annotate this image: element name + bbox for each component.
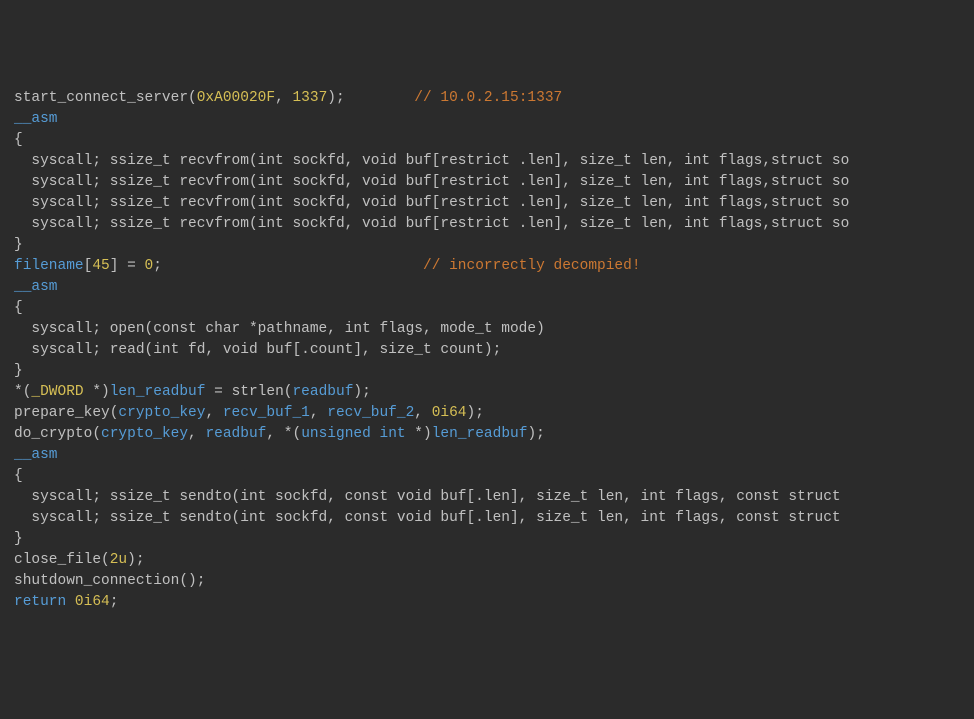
brace-close: }	[14, 237, 23, 253]
arg-name: recv_buf_2	[327, 405, 414, 421]
code-line-10: __asm	[14, 277, 974, 298]
code-editor[interactable]: start_connect_server(0xA00020F, 1337); /…	[14, 88, 974, 613]
arg-name: readbuf	[205, 426, 266, 442]
func-call: start_connect_server	[14, 90, 188, 106]
value-literal: 0	[145, 258, 154, 274]
code-line-1: start_connect_server(0xA00020F, 1337); /…	[14, 88, 974, 109]
number-literal: 1337	[292, 90, 327, 106]
syscall-line: syscall; ssize_t recvfrom(int sockfd, vo…	[14, 153, 849, 169]
index-literal: 45	[92, 258, 109, 274]
asm-keyword: __asm	[14, 111, 58, 127]
syscall-line: syscall; ssize_t recvfrom(int sockfd, vo…	[14, 216, 849, 232]
code-line-3: {	[14, 130, 974, 151]
arg-name: crypto_key	[101, 426, 188, 442]
brace-open: {	[14, 132, 23, 148]
func-call: close_file	[14, 552, 101, 568]
code-line-9: filename[45] = 0; // incorrectly decompi…	[14, 256, 974, 277]
code-line-6: syscall; ssize_t recvfrom(int sockfd, vo…	[14, 193, 974, 214]
syscall-line: syscall; ssize_t sendto(int sockfd, cons…	[14, 489, 849, 505]
code-line-12: syscall; open(const char *pathname, int …	[14, 319, 974, 340]
func-call: do_crypto	[14, 426, 92, 442]
code-line-20: syscall; ssize_t sendto(int sockfd, cons…	[14, 487, 974, 508]
return-keyword: return	[14, 594, 66, 610]
syscall-line: syscall; read(int fd, void buf[.count], …	[14, 342, 501, 358]
func-call: shutdown_connection	[14, 573, 179, 589]
arg-name: crypto_key	[118, 405, 205, 421]
code-line-5: syscall; ssize_t recvfrom(int sockfd, vo…	[14, 172, 974, 193]
brace-open: {	[14, 300, 23, 316]
code-line-14: }	[14, 361, 974, 382]
code-line-21: syscall; ssize_t sendto(int sockfd, cons…	[14, 508, 974, 529]
func-call: prepare_key	[14, 405, 110, 421]
code-line-24: shutdown_connection();	[14, 571, 974, 592]
syscall-line: syscall; ssize_t recvfrom(int sockfd, vo…	[14, 195, 849, 211]
number-literal: 0i64	[75, 594, 110, 610]
asm-keyword: __asm	[14, 447, 58, 463]
func-call: strlen	[232, 384, 284, 400]
arg-name: recv_buf_1	[223, 405, 310, 421]
brace-close: }	[14, 363, 23, 379]
arg-name: readbuf	[292, 384, 353, 400]
brace-close: }	[14, 531, 23, 547]
code-line-4: syscall; ssize_t recvfrom(int sockfd, vo…	[14, 151, 974, 172]
brace-open: {	[14, 468, 23, 484]
code-line-22: }	[14, 529, 974, 550]
code-line-15: *(_DWORD *)len_readbuf = strlen(readbuf)…	[14, 382, 974, 403]
variable-name: len_readbuf	[110, 384, 206, 400]
comment: // incorrectly decompied!	[423, 258, 641, 274]
syscall-line: syscall; ssize_t recvfrom(int sockfd, vo…	[14, 174, 849, 190]
code-line-8: }	[14, 235, 974, 256]
number-literal: 0i64	[432, 405, 467, 421]
code-line-18: __asm	[14, 445, 974, 466]
syscall-line: syscall; open(const char *pathname, int …	[14, 321, 545, 337]
syscall-line: syscall; ssize_t sendto(int sockfd, cons…	[14, 510, 849, 526]
code-line-23: close_file(2u);	[14, 550, 974, 571]
variable-name: filename	[14, 258, 84, 274]
cast-type: unsigned int	[301, 426, 405, 442]
code-line-7: syscall; ssize_t recvfrom(int sockfd, vo…	[14, 214, 974, 235]
number-literal: 2u	[110, 552, 127, 568]
code-line-25: return 0i64;	[14, 592, 974, 613]
cast-type: _DWORD	[31, 384, 83, 400]
comment: // 10.0.2.15:1337	[414, 90, 562, 106]
code-line-2: __asm	[14, 109, 974, 130]
asm-keyword: __asm	[14, 279, 58, 295]
code-line-19: {	[14, 466, 974, 487]
code-line-16: prepare_key(crypto_key, recv_buf_1, recv…	[14, 403, 974, 424]
code-line-11: {	[14, 298, 974, 319]
code-line-13: syscall; read(int fd, void buf[.count], …	[14, 340, 974, 361]
arg-name: len_readbuf	[432, 426, 528, 442]
hex-literal: 0xA00020F	[197, 90, 275, 106]
code-line-17: do_crypto(crypto_key, readbuf, *(unsigne…	[14, 424, 974, 445]
